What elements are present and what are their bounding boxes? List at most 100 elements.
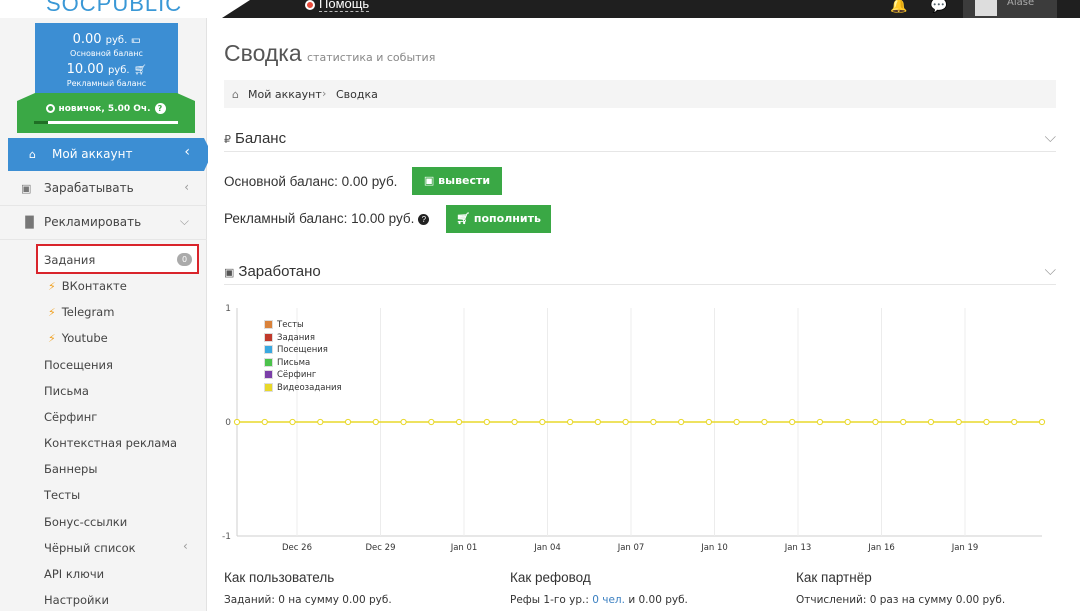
data-point [872,418,879,426]
page-subtitle: статистика и события [307,51,436,64]
user-menu[interactable]: Alase [963,0,1057,18]
data-point [816,418,824,426]
data-point [955,418,962,426]
lifebuoy-icon [305,0,315,10]
legend-label: Посещения [277,345,328,356]
chevron-down-icon[interactable]: ⌵ [1045,261,1056,279]
balance-section-title: ₽ Баланс [224,130,287,147]
data-point [705,418,712,426]
chevron-down-icon[interactable]: ⌵ [1045,128,1056,146]
data-point [455,418,463,426]
y-tick-label: -1 [222,532,231,542]
help-link[interactable]: Помощь [305,0,370,12]
sidebar-subitem-telegram[interactable]: ⚡︎ Telegram [48,305,114,319]
balance-section-header: ₽ Баланс ⌵ [224,128,1056,152]
main-balance-line: Основной баланс: 0.00 руб. [224,174,398,189]
data-point [511,418,518,426]
avatar [975,0,997,16]
question-icon[interactable]: ? [154,103,166,114]
money-icon: ▣ [423,174,435,187]
legend-item: Письма [264,357,342,371]
data-point [233,418,241,426]
stats-partner-text: Отчислений: 0 раз на сумму 0.00 руб. [796,594,1006,606]
data-point [761,418,768,426]
cart-icon: 🛒︎ [133,65,147,76]
data-point [844,418,851,426]
legend-label: Тесты [277,320,304,330]
sidebar-subitem-tasks[interactable]: Задания 0 [36,244,199,274]
rank-progress-fill [34,121,49,124]
chevron-left-icon: ‹ [183,539,188,553]
data-point [594,418,601,426]
data-point [261,418,268,426]
bolt-icon: ⚡︎ [48,280,56,293]
data-point [622,418,629,426]
sidebar-subitem-banners[interactable]: Баннеры [44,462,97,476]
rank-strip: новичок, 5.00 Оч.? [17,93,195,133]
bar-chart-icon: ▐▌ [21,216,38,229]
data-point [428,418,435,426]
data-point [400,418,407,426]
sidebar-item-advertise[interactable]: ▐▌ Рекламировать ⌵ [0,206,207,240]
page-title: Сводка [224,40,302,66]
chevron-left-icon: ‹ [184,144,190,160]
sidebar-subitem-context-ads[interactable]: Контекстная реклама [44,436,177,450]
data-point [1011,418,1018,426]
sidebar-subitem-vk[interactable]: ⚡︎ ВКонтакте [48,279,127,293]
stats-partner: Как партнёр Отчислений: 0 раз на сумму 0… [796,570,1005,606]
legend-item: Сёрфинг [264,370,342,383]
stats-partner-title: Как партнёр [796,570,872,585]
sidebar-subitem-api-keys[interactable]: API ключи [44,567,104,581]
x-tick-label: Dec 26 [282,543,312,553]
sidebar: 0.00 руб. 💵︎ Основной баланс 10.00 руб. … [0,18,208,611]
question-icon[interactable]: ? [418,213,430,225]
data-point [567,418,574,426]
sidebar-subitem-tests[interactable]: Тесты [44,488,80,502]
data-point [372,418,379,426]
data-point [483,418,490,426]
stats-referral-title: Как рефовод [510,570,591,585]
data-point [789,418,796,426]
withdraw-button[interactable]: ▣ вывести [412,167,502,195]
briefcase-icon: ▣ [224,267,235,279]
briefcase-icon: ▣ [21,182,32,195]
circle-icon [46,104,56,113]
money-icon: 💵︎ [131,35,141,46]
ad-balance-label: Рекламный баланс [66,79,147,88]
chat-icon[interactable]: 💬 [930,0,947,14]
data-point [678,418,685,426]
x-tick-label: Jan 16 [867,543,895,553]
bell-icon[interactable]: 🔔 [890,0,907,14]
data-point [1038,418,1046,426]
cart-icon: 🛒︎ [456,212,471,225]
chevron-down-icon: ⌵ [179,214,189,228]
legend-swatch [264,345,273,355]
sidebar-item-earn[interactable]: ▣ Зарабатывать ‹ [0,172,207,206]
logo[interactable]: SOCPUBLIC [46,0,182,17]
stats-referral: Как рефовод Рефы 1-го ур.: 0 чел. и 0.00… [510,570,688,606]
chevron-left-icon: ‹ [184,180,189,194]
sidebar-subitem-blacklist[interactable]: Чёрный список ‹ [44,539,188,555]
rank-badge[interactable]: новичок, 5.00 Оч.? [17,103,195,114]
referrals-link[interactable]: 0 чел. [592,594,625,606]
sidebar-subitem-settings[interactable]: Настройки [44,593,109,607]
ad-balance-value: 10.00 руб. 🛒︎ [66,62,147,77]
sidebar-subitem-letters[interactable]: Письма [44,384,89,398]
sidebar-subitem-visits[interactable]: Посещения [44,358,113,372]
sidebar-subitem-surfing[interactable]: Сёрфинг [44,410,97,424]
legend-item: Тесты [264,320,342,333]
stats-user: Как пользователь Заданий: 0 на сумму 0.0… [224,570,392,606]
ad-balance-line: Рекламный баланс: 10.00 руб.? [224,211,430,226]
top-bar: SOCPUBLIC Помощь 🔔 💬 Alase [0,0,1080,18]
sidebar-subitem-youtube[interactable]: ⚡︎ Youtube [48,331,108,345]
topup-button[interactable]: 🛒︎ пополнить [446,205,551,233]
y-tick-label: 1 [225,304,231,314]
breadcrumb-current: Сводка [336,88,378,101]
sidebar-item-my-account[interactable]: ⌂ Мой аккаунт ‹ [8,138,208,171]
legend-item: Задания [264,332,342,346]
data-point [344,418,352,426]
data-point [539,418,546,426]
bolt-icon: ⚡︎ [48,306,56,319]
breadcrumb-my-account[interactable]: Мой аккаунт [248,88,322,101]
sidebar-subitem-bonus-links[interactable]: Бонус-ссылки [44,515,127,529]
